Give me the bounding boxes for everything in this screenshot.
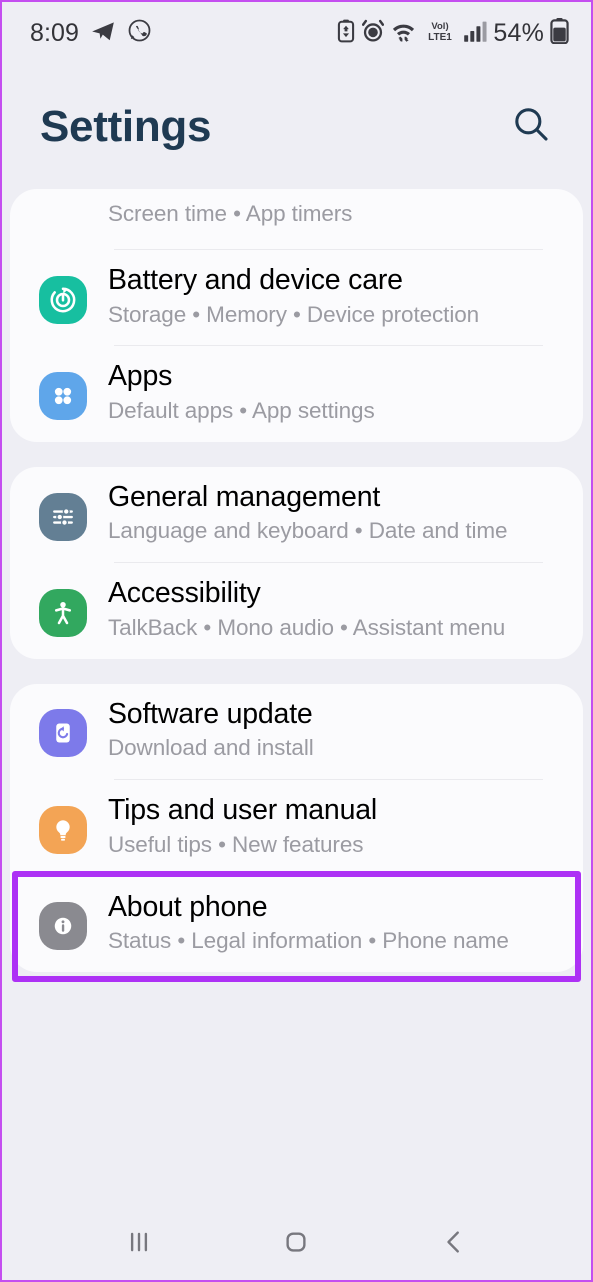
list-item-subtitle: Download and install [108,735,314,761]
row-icon-slot [32,877,94,972]
row-body: Tips and user manual Useful tips • New f… [94,780,583,875]
list-item-title: Apps [108,360,173,393]
list-item-apps[interactable]: Apps Default apps • App settings [10,346,583,441]
whatsapp-icon [127,18,152,48]
list-item-subtitle: Screen time • App timers [108,201,353,227]
accessibility-person-icon [39,588,87,637]
phone-screen: 8:09 Vol) LTE1 54% Settings Screen time … [0,0,593,1282]
battery-icon [550,17,569,49]
row-body: Software update Download and install [94,684,583,779]
apps-grid-icon [39,372,87,421]
list-item-title: General management [108,480,381,513]
list-item-digital-wellbeing[interactable]: Screen time • App timers [10,189,583,249]
row-icon-slot [32,563,94,658]
status-bar-right: Vol) LTE1 54% [336,17,569,49]
row-body: Battery and device care Storage • Memory… [94,250,583,345]
row-icon-slot [32,780,94,875]
list-item-title: Battery and device care [108,264,403,296]
back-icon [439,1227,469,1262]
row-body: Screen time • App timers [94,189,583,249]
row-icon-slot [32,467,94,562]
list-item-accessibility[interactable]: Accessibility TalkBack • Mono audio • As… [10,563,583,658]
info-icon [39,902,87,951]
row-icon-slot [32,346,94,441]
row-body: Accessibility TalkBack • Mono audio • As… [94,563,583,658]
home-icon [281,1227,311,1262]
list-item-subtitle: Default apps • App settings [108,398,375,424]
page-title: Settings [40,101,212,151]
list-item-subtitle: Useful tips • New features [108,831,364,857]
settings-list[interactable]: Screen time • App timers Battery and dev… [2,189,591,1208]
lightbulb-icon [39,805,87,854]
recents-icon [124,1227,154,1262]
list-item-title: Software update [108,697,313,730]
row-body: Apps Default apps • App settings [94,346,583,441]
row-icon-slot [32,684,94,779]
battery-care-icon [39,275,87,324]
row-body: General management Language and keyboard… [94,467,583,562]
list-item-software-update[interactable]: Software update Download and install [10,684,583,779]
svg-text:LTE1: LTE1 [429,32,453,43]
search-button[interactable] [505,101,557,153]
navigation-bar [2,1208,591,1280]
software-update-icon [39,709,87,758]
list-item-about-phone[interactable]: About phone Status • Legal information •… [10,877,583,972]
svg-text:Vol): Vol) [432,21,449,32]
list-item-battery-and-device-care[interactable]: Battery and device care Storage • Memory… [10,250,583,345]
home-button[interactable] [259,1218,333,1270]
settings-group-3: Software update Download and install Tip… [10,683,583,972]
recents-button[interactable] [102,1218,176,1270]
list-item-title: About phone [108,890,268,923]
row-icon-slot [32,189,94,249]
battery-saver-icon [336,19,356,48]
settings-group-1: Screen time • App timers Battery and dev… [10,189,583,442]
settings-group-2: General management Language and keyboard… [10,466,583,659]
status-bar-left: 8:09 [30,18,152,49]
list-item-tips-and-user-manual[interactable]: Tips and user manual Useful tips • New f… [10,780,583,875]
list-item-general-management[interactable]: General management Language and keyboard… [10,467,583,562]
sliders-icon [39,492,87,541]
telegram-icon [90,18,116,49]
page-header: Settings [2,64,591,189]
list-item-subtitle: Status • Legal information • Phone name [108,928,509,954]
status-bar-clock: 8:09 [30,18,80,47]
volte-icon: Vol) LTE1 [423,18,457,49]
wifi-icon [390,19,417,48]
back-button[interactable] [417,1218,491,1270]
list-item-subtitle: TalkBack • Mono audio • Assistant menu [108,614,506,640]
list-item-title: Tips and user manual [108,794,378,827]
row-body: About phone Status • Legal information •… [94,877,583,972]
list-item-subtitle: Language and keyboard • Date and time [108,518,508,544]
list-item-subtitle: Storage • Memory • Device protection [108,301,480,327]
signal-bars-icon [463,19,487,48]
list-item-title: Accessibility [108,577,261,610]
row-icon-slot [32,250,94,345]
alarm-icon [362,19,385,48]
battery-percent-label: 54% [493,18,544,47]
search-icon [511,104,551,149]
status-bar: 8:09 Vol) LTE1 54% [2,2,591,64]
